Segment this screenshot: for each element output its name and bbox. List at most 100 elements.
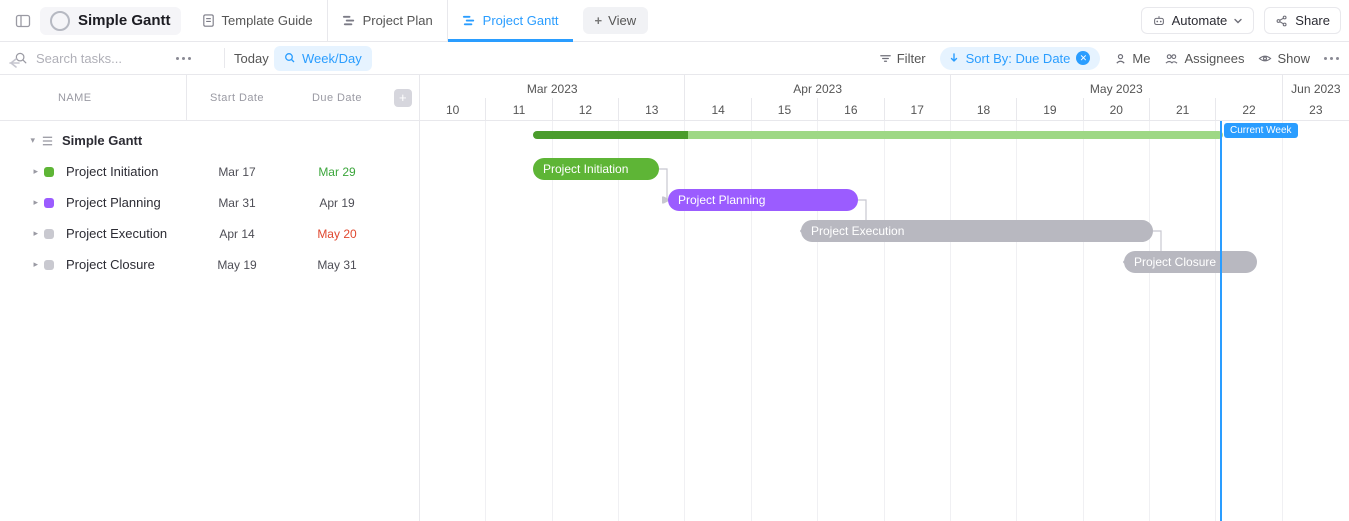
person-icon	[1114, 52, 1127, 65]
task-due: Mar 29	[287, 165, 387, 179]
week-label: 15	[752, 98, 818, 121]
doc-title-chip[interactable]: Simple Gantt	[40, 7, 181, 35]
sort-chip[interactable]: Sort By: Due Date ✕	[940, 47, 1101, 70]
task-row[interactable]: ▸ Project Execution Apr 14 May 20	[0, 218, 419, 249]
plus-icon: +	[595, 13, 603, 28]
caret-right-icon[interactable]: ▸	[33, 166, 38, 177]
automate-button[interactable]: Automate	[1141, 7, 1255, 34]
add-column-button[interactable]: +	[394, 89, 412, 107]
sort-label: Sort By: Due Date	[966, 51, 1071, 66]
gantt-bar[interactable]: Project Initiation	[533, 158, 659, 180]
filter-button[interactable]: Filter	[879, 51, 926, 66]
view-toolbar: Search tasks... Today Week/Day Filter	[0, 42, 1349, 75]
task-row-summary[interactable]: ▾ Simple Gantt	[0, 125, 419, 156]
chevron-down-icon	[1233, 16, 1243, 26]
tab-label: Project Gantt	[483, 13, 559, 28]
top-tabs-bar: Simple Gantt Template Guide Project Plan	[0, 0, 1349, 42]
col-start[interactable]: Start Date	[187, 92, 287, 104]
tab-label: Project Plan	[363, 13, 433, 28]
task-name: Project Initiation	[60, 164, 187, 179]
tab-project-gantt[interactable]: Project Gantt	[448, 0, 573, 41]
me-button[interactable]: Me	[1114, 51, 1150, 66]
week-label: 14	[685, 98, 751, 121]
month-label: Mar 2023	[420, 75, 685, 98]
status-box-icon	[44, 167, 54, 177]
task-due: May 31	[287, 258, 387, 272]
caret-down-icon[interactable]: ▾	[30, 135, 35, 146]
search-input[interactable]: Search tasks...	[14, 51, 122, 66]
collapse-icon	[6, 56, 22, 70]
gantt-grid: Current Week Project Initiation Project …	[420, 121, 1349, 521]
zoom-chip[interactable]: Week/Day	[274, 46, 372, 71]
share-icon	[1275, 14, 1289, 28]
week-label: 13	[619, 98, 685, 121]
assignees-button[interactable]: Assignees	[1164, 51, 1244, 66]
search-more-button[interactable]	[176, 57, 191, 60]
bar-label: Project Planning	[678, 193, 765, 207]
gantt-summary-bar[interactable]	[533, 131, 1223, 139]
col-name[interactable]: NAME	[0, 75, 187, 120]
add-view-button[interactable]: + View	[583, 7, 649, 34]
task-row[interactable]: ▸ Project Initiation Mar 17 Mar 29	[0, 156, 419, 187]
status-box-icon	[44, 229, 54, 239]
gantt-chart-pane[interactable]: Mar 2023Apr 2023May 2023Jun 2023 1011121…	[420, 75, 1349, 521]
week-label: 10	[420, 98, 486, 121]
status-box-icon	[44, 260, 54, 270]
task-start: Mar 17	[187, 165, 287, 179]
gantt-bar[interactable]: Project Planning	[668, 189, 858, 211]
task-start: Mar 31	[187, 196, 287, 210]
caret-right-icon[interactable]: ▸	[33, 228, 38, 239]
timeline-weeks: 1011121314151617181920212223	[420, 98, 1349, 121]
col-due[interactable]: Due Date	[287, 92, 387, 104]
people-icon	[1164, 52, 1179, 65]
today-label: Today	[234, 51, 269, 66]
today-button[interactable]: Today	[224, 47, 279, 70]
zoom-icon	[284, 52, 296, 64]
gantt-bar[interactable]: Project Closure	[1124, 251, 1257, 273]
collapse-sidebar-handle[interactable]	[2, 48, 26, 78]
task-row[interactable]: ▸ Project Planning Mar 31 Apr 19	[0, 187, 419, 218]
doc-list-icon	[201, 13, 216, 28]
robot-icon	[1152, 14, 1166, 28]
week-label: 12	[553, 98, 619, 121]
me-label: Me	[1132, 51, 1150, 66]
current-week-line	[1220, 121, 1222, 521]
doc-title: Simple Gantt	[78, 12, 171, 29]
gantt-bar[interactable]: Project Execution	[801, 220, 1153, 242]
week-label: 16	[818, 98, 884, 121]
task-start: Apr 14	[187, 227, 287, 241]
gantt-icon	[342, 13, 357, 28]
task-row[interactable]: ▸ Project Closure May 19 May 31	[0, 249, 419, 280]
bar-label: Project Closure	[1134, 255, 1216, 269]
toolbar-right: Filter Sort By: Due Date ✕ Me Assignee	[879, 47, 1339, 70]
caret-right-icon[interactable]: ▸	[33, 197, 38, 208]
task-list-pane: NAME Start Date Due Date + ▾	[0, 75, 420, 521]
zoom-label: Week/Day	[302, 51, 362, 66]
tab-project-plan[interactable]: Project Plan	[328, 0, 448, 41]
bar-label: Project Initiation	[543, 162, 628, 176]
bar-label: Project Execution	[811, 224, 904, 238]
task-name: Project Closure	[60, 257, 187, 272]
week-label: 19	[1017, 98, 1083, 121]
task-name: Project Planning	[60, 195, 187, 210]
share-label: Share	[1295, 13, 1330, 28]
month-label: May 2023	[951, 75, 1283, 98]
sidebar-toggle[interactable]	[8, 13, 38, 29]
status-box-icon	[44, 198, 54, 208]
sort-arrow-icon	[948, 52, 960, 64]
add-view-label: View	[608, 13, 636, 28]
search-placeholder: Search tasks...	[36, 51, 122, 66]
clear-sort-icon[interactable]: ✕	[1076, 51, 1090, 65]
tab-template-guide[interactable]: Template Guide	[187, 0, 328, 41]
month-label: Apr 2023	[685, 75, 950, 98]
week-label: 20	[1084, 98, 1150, 121]
week-label: 11	[486, 98, 552, 121]
tab-label: Template Guide	[222, 13, 313, 28]
top-right-actions: Automate Share	[1141, 7, 1341, 34]
toolbar-more-button[interactable]	[1324, 57, 1339, 60]
share-button[interactable]: Share	[1264, 7, 1341, 34]
week-label: 17	[885, 98, 951, 121]
show-button[interactable]: Show	[1258, 51, 1310, 66]
week-label: 23	[1283, 98, 1349, 121]
caret-right-icon[interactable]: ▸	[33, 259, 38, 270]
